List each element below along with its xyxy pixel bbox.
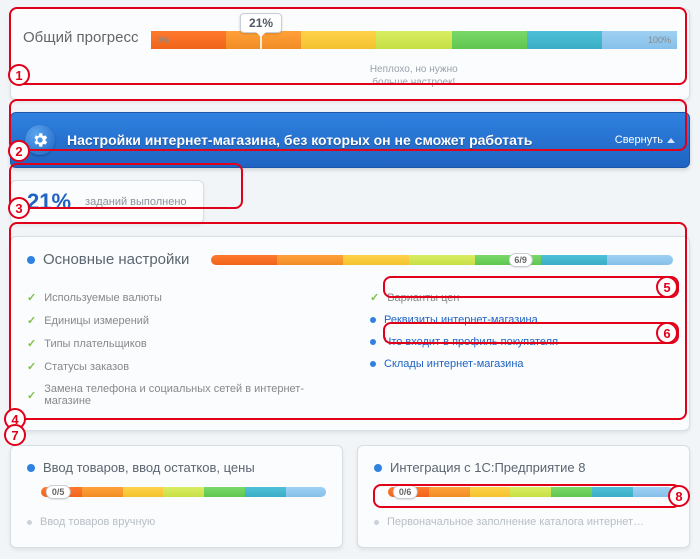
goods-entry-title: Ввод товаров, ввод остатков, цены <box>43 460 255 475</box>
setting-row-payer-types[interactable]: ✓Типы плательщиков <box>27 332 330 355</box>
bullet-icon <box>374 520 379 525</box>
overall-progress-bar: 0% 100% 21% <box>151 31 678 49</box>
progress-max-label: 100% <box>648 35 671 45</box>
chevron-up-icon <box>667 138 675 143</box>
check-icon: ✓ <box>27 337 36 350</box>
1c-integration-section: Интеграция с 1С:Предприятие 8 0/6 Первон… <box>357 445 690 548</box>
check-icon: ✓ <box>27 314 36 327</box>
setting-row-units[interactable]: ✓Единицы измерений <box>27 309 330 332</box>
collapse-button[interactable]: Свернуть <box>615 134 675 146</box>
check-icon: ✓ <box>27 291 36 304</box>
tasks-done-caption: заданий выполнено <box>85 196 187 208</box>
setting-row-price-variants[interactable]: ✓Варианты цен <box>370 286 673 309</box>
bullet-icon <box>27 520 32 525</box>
main-settings-left-col: ✓Используемые валюты ✓Единицы измерений … <box>27 286 330 412</box>
check-icon: ✓ <box>27 389 36 402</box>
overall-progress-caption: Неплохо, но нужно больше настроек! <box>370 63 458 89</box>
required-settings-banner[interactable]: Настройки интернет-магазина, без которых… <box>10 112 690 168</box>
progress-marker: 21% <box>240 13 282 33</box>
section-bullet-icon <box>27 464 35 472</box>
bullet-icon <box>370 317 376 323</box>
check-icon: ✓ <box>27 360 36 373</box>
gear-icon <box>25 125 55 155</box>
section-bullet-icon <box>27 256 35 264</box>
1c-integration-badge: 0/6 <box>393 485 418 499</box>
setting-row-order-statuses[interactable]: ✓Статусы заказов <box>27 355 330 378</box>
1c-integration-title: Интеграция с 1С:Предприятие 8 <box>390 460 585 475</box>
setting-row-warehouses[interactable]: Склады интернет-магазина <box>370 353 673 375</box>
main-settings-progress-bar <box>211 255 673 265</box>
main-settings-right-col: ✓Варианты цен Реквизиты интернет-магазин… <box>370 286 673 412</box>
main-settings-section: Основные настройки 6/9 ✓Используемые вал… <box>10 236 690 431</box>
setting-row-phone-social[interactable]: ✓Замена телефона и социальных сетей в ин… <box>27 378 330 412</box>
check-icon: ✓ <box>370 291 379 304</box>
1c-integration-progress-bar <box>388 487 673 497</box>
goods-entry-badge: 0/5 <box>46 485 71 499</box>
goods-entry-section: Ввод товаров, ввод остатков, цены 0/5 Вв… <box>10 445 343 548</box>
tasks-done-percent: 21% <box>27 189 71 215</box>
setting-row-store-details[interactable]: Реквизиты интернет-магазина <box>370 309 673 331</box>
tasks-done-pill: 21% заданий выполнено <box>10 180 204 224</box>
main-settings-title: Основные настройки <box>43 251 189 268</box>
progress-min-label: 0% <box>157 35 170 45</box>
setting-row-buyer-profile[interactable]: Что входит в профиль покупателя <box>370 331 673 353</box>
1c-integration-muted-item[interactable]: Первоначальное заполнение каталога интер… <box>374 511 673 533</box>
bullet-icon <box>370 339 376 345</box>
main-settings-badge: 6/9 <box>508 253 533 267</box>
banner-title: Настройки интернет-магазина, без которых… <box>67 132 603 148</box>
bullet-icon <box>370 361 376 367</box>
overall-progress-title: Общий прогресс <box>23 19 139 46</box>
section-bullet-icon <box>374 464 382 472</box>
goods-entry-progress-bar <box>41 487 326 497</box>
goods-entry-muted-item[interactable]: Ввод товаров вручную <box>27 511 326 533</box>
overall-progress-card: Общий прогресс 0% 100% 21% Неплохо, но н… <box>10 8 690 100</box>
setting-row-currencies[interactable]: ✓Используемые валюты <box>27 286 330 309</box>
